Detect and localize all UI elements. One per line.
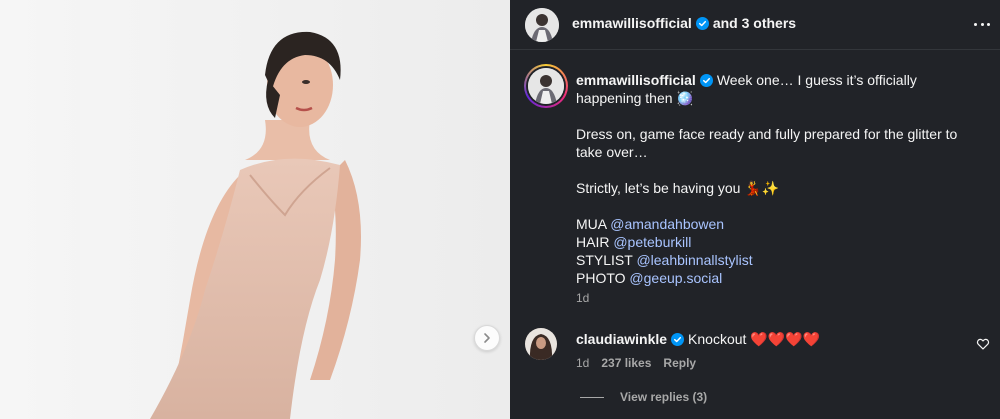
credit-line-stylist: STYLIST @leahbinnallstylist bbox=[576, 251, 988, 269]
replies-divider bbox=[580, 397, 604, 399]
coauthors-link[interactable]: and 3 others bbox=[713, 15, 796, 31]
comment-username[interactable]: claudiawinkle bbox=[576, 331, 667, 347]
instagram-post-view: emmawillisofficial and 3 others emmawilli… bbox=[0, 0, 1000, 419]
next-photo-button[interactable] bbox=[474, 325, 500, 351]
verified-badge-icon bbox=[695, 17, 709, 30]
comment-meta: 1d 237 likes Reply bbox=[576, 356, 708, 370]
verified-badge-icon bbox=[671, 333, 685, 346]
reply-button[interactable]: Reply bbox=[663, 356, 696, 370]
view-replies-button[interactable]: View replies (3) bbox=[580, 390, 707, 404]
post-photo[interactable] bbox=[0, 0, 510, 419]
photo-image bbox=[0, 0, 510, 419]
caption-paragraph3: Strictly, let’s be having you 💃✨ bbox=[576, 180, 780, 196]
header-username[interactable]: emmawillisofficial bbox=[572, 15, 692, 31]
comment-likes[interactable]: 237 likes bbox=[601, 356, 651, 370]
credit-line-mua: MUA @amandahbowen bbox=[576, 215, 988, 233]
caption-paragraph2-line1: Dress on, game face ready and fully prep… bbox=[576, 126, 958, 142]
comment-text: Knockout ❤️❤️❤️❤️ bbox=[688, 331, 821, 347]
caption-avatar-image bbox=[528, 68, 564, 104]
credit-line-hair: HAIR @peteburkill bbox=[576, 233, 988, 251]
caption-author-avatar[interactable] bbox=[524, 64, 568, 108]
view-replies-label: View replies (3) bbox=[620, 390, 708, 404]
mention-link[interactable]: @amandahbowen bbox=[610, 216, 724, 232]
author-avatar-image bbox=[525, 8, 559, 42]
caption-username[interactable]: emmawillisofficial bbox=[576, 72, 696, 88]
caption-text-line1: Week one… I guess it’s officially bbox=[716, 72, 917, 88]
comment-body: claudiawinkle Knockout ❤️❤️❤️❤️ bbox=[576, 331, 820, 348]
credit-line-photo: PHOTO @geeup.social bbox=[576, 269, 988, 287]
post-timestamp[interactable]: 1d bbox=[576, 291, 589, 305]
caption-first-line: emmawillisofficial Week one… I guess it’s… bbox=[576, 71, 988, 89]
chevron-right-icon bbox=[484, 333, 490, 343]
post-caption: emmawillisofficial Week one… I guess it’s… bbox=[576, 71, 988, 287]
mention-link[interactable]: @leahbinnallstylist bbox=[636, 252, 752, 268]
mention-link[interactable]: @geeup.social bbox=[629, 270, 722, 286]
header-authors: emmawillisofficial and 3 others bbox=[572, 15, 796, 31]
credit-role: HAIR bbox=[576, 234, 610, 250]
author-avatar[interactable] bbox=[525, 8, 559, 42]
verified-badge-icon bbox=[699, 74, 713, 87]
credit-role: STYLIST bbox=[576, 252, 633, 268]
caption-text-line2: happening then 🪩 bbox=[576, 90, 694, 106]
caption-paragraph2-line2: take over… bbox=[576, 144, 648, 160]
mention-link[interactable]: @peteburkill bbox=[613, 234, 691, 250]
more-options-icon[interactable] bbox=[972, 14, 992, 34]
credit-role: PHOTO bbox=[576, 270, 626, 286]
comment-timestamp[interactable]: 1d bbox=[576, 356, 589, 370]
post-details-panel: emmawillisofficial and 3 others emmawilli… bbox=[510, 0, 1000, 419]
commenter-avatar[interactable] bbox=[525, 328, 557, 360]
heart-icon[interactable] bbox=[976, 337, 990, 351]
post-header: emmawillisofficial and 3 others bbox=[510, 0, 1000, 50]
credit-role: MUA bbox=[576, 216, 607, 232]
commenter-avatar-image bbox=[525, 328, 557, 360]
